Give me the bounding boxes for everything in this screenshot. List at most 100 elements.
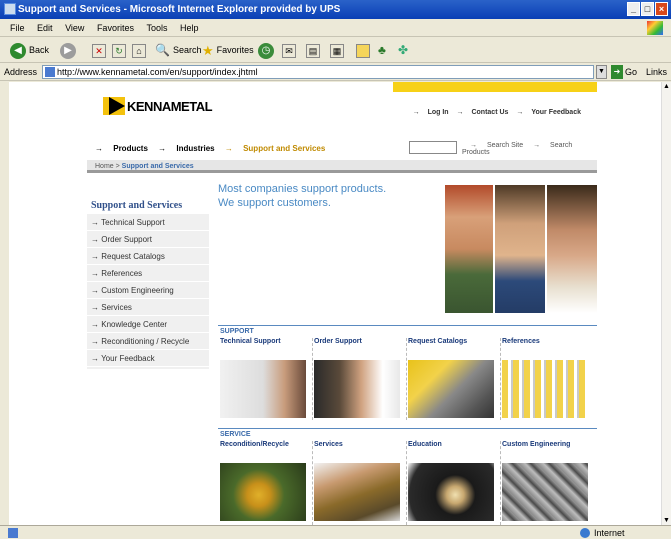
contact-us-link[interactable]: → Contact Us	[457, 109, 509, 116]
menu-file[interactable]: File	[10, 23, 25, 33]
refresh-button[interactable]: ↻	[112, 41, 126, 60]
nav-support-and-services[interactable]: → Support and Services	[225, 144, 325, 153]
sidebar-item-technical-support[interactable]: → Technical Support	[87, 214, 209, 231]
messenger-button[interactable]: ♣	[378, 41, 386, 60]
security-zone-label: Internet	[594, 528, 625, 538]
nav-industries[interactable]: → Industries	[158, 144, 214, 153]
stop-icon: ✕	[92, 43, 106, 58]
tile-recondition-recycle[interactable]: Recondition/Recycle	[218, 439, 311, 525]
print-button[interactable]: ▤	[306, 41, 320, 60]
history-icon: ◷	[258, 42, 274, 59]
messenger-icon: ♣	[378, 43, 386, 57]
hero-worker-photo	[445, 185, 493, 313]
vertical-scrollbar[interactable]: ▲ ▼	[661, 82, 671, 525]
edit-button[interactable]: ▦	[330, 41, 344, 60]
menu-view[interactable]: View	[65, 23, 84, 33]
browser-window: Support and Services - Microsoft Interne…	[0, 0, 671, 539]
edit-icon: ▦	[330, 43, 344, 58]
address-url: http://www.kennametal.com/en/support/ind…	[57, 67, 258, 77]
custom-engineering-photo	[502, 463, 588, 521]
request-catalogs-photo	[408, 360, 494, 418]
menu-help[interactable]: Help	[180, 23, 199, 33]
tile-label: Recondition/Recycle	[220, 441, 289, 448]
tagline: Most companies support products. We supp…	[218, 182, 386, 210]
order-support-photo	[314, 360, 400, 418]
tile-order-support[interactable]: Order Support	[312, 336, 405, 440]
your-feedback-link[interactable]: → Your Feedback	[516, 109, 581, 116]
go-arrow-icon[interactable]: ➜	[611, 65, 623, 79]
tile-label: Custom Engineering	[502, 441, 571, 448]
windows-logo-icon	[647, 21, 663, 35]
internet-zone-icon	[580, 528, 590, 538]
sidebar: Support and Services → Technical Support…	[87, 182, 209, 369]
logo-text: KENNAMETAL	[127, 98, 213, 114]
links-button[interactable]: Links	[646, 63, 667, 81]
sidebar-item-your-feedback[interactable]: → Your Feedback	[87, 350, 209, 367]
research-button[interactable]: ✤	[398, 41, 408, 60]
tile-label: Request Catalogs	[408, 338, 468, 345]
tile-references[interactable]: References	[500, 336, 593, 440]
stop-button[interactable]: ✕	[92, 41, 106, 60]
tagline-line-2: We support customers.	[218, 197, 331, 209]
scroll-down-icon[interactable]: ▼	[663, 517, 670, 524]
sidebar-item-services[interactable]: → Services	[87, 299, 209, 316]
tile-label: Services	[314, 441, 343, 448]
login-link[interactable]: → Log In	[413, 109, 449, 116]
tile-services[interactable]: Services	[312, 439, 405, 525]
tile-request-catalogs[interactable]: Request Catalogs	[406, 336, 499, 440]
menu-favorites[interactable]: Favorites	[97, 23, 134, 33]
search-site-link[interactable]: → Search Site	[470, 142, 523, 149]
sidebar-item-request-catalogs[interactable]: → Request Catalogs	[87, 248, 209, 265]
folder-button[interactable]	[356, 41, 370, 60]
sidebar-item-custom-engineering[interactable]: → Custom Engineering	[87, 282, 209, 299]
home-icon: ⌂	[132, 43, 146, 58]
search-links: → Search Site → Search Products	[462, 142, 597, 156]
research-icon: ✤	[398, 43, 409, 57]
home-button[interactable]: ⌂	[132, 41, 146, 60]
address-bar: Address http://www.kennametal.com/en/sup…	[0, 63, 671, 81]
menu-edit[interactable]: Edit	[37, 23, 53, 33]
address-input[interactable]: http://www.kennametal.com/en/support/ind…	[42, 65, 594, 79]
maximize-button[interactable]: □	[641, 2, 654, 16]
tile-label: References	[502, 338, 540, 345]
references-photo	[502, 360, 588, 418]
sidebar-title: Support and Services	[87, 182, 209, 214]
history-button[interactable]: ◷	[258, 41, 274, 60]
mail-button[interactable]: ✉	[282, 41, 296, 60]
sidebar-item-references[interactable]: → References	[87, 265, 209, 282]
tile-custom-engineering[interactable]: Custom Engineering	[500, 439, 593, 525]
star-icon: ★	[202, 43, 214, 58]
address-label: Address	[4, 67, 38, 77]
title-bar: Support and Services - Microsoft Interne…	[0, 0, 671, 19]
support-heading: SUPPORT	[218, 325, 597, 336]
search-input[interactable]	[409, 141, 457, 154]
minimize-button[interactable]: _	[627, 2, 640, 16]
kennametal-k-icon	[103, 97, 125, 115]
go-button[interactable]: Go	[625, 63, 637, 81]
sidebar-item-order-support[interactable]: → Order Support	[87, 231, 209, 248]
refresh-icon: ↻	[112, 43, 126, 58]
forward-arrow-icon: ▶	[60, 42, 76, 59]
tile-education[interactable]: Education	[406, 439, 499, 525]
close-button[interactable]: ×	[655, 2, 668, 16]
service-heading: SERVICE	[218, 428, 597, 439]
nav-products[interactable]: → Products	[95, 144, 148, 153]
sidebar-item-reconditioning-recycle[interactable]: → Reconditioning / Recycle	[87, 333, 209, 350]
tile-technical-support[interactable]: Technical Support	[218, 336, 311, 440]
breadcrumb-home[interactable]: Home	[95, 163, 114, 170]
scroll-up-icon[interactable]: ▲	[663, 83, 670, 90]
menu-tools[interactable]: Tools	[146, 23, 167, 33]
menu-bar: File Edit View Favorites Tools Help	[0, 19, 671, 37]
back-button[interactable]: ◀ Back	[10, 41, 49, 60]
brand-stripe	[87, 82, 597, 92]
breadcrumb-current: Support and Services	[121, 163, 194, 170]
sidebar-item-knowledge-center[interactable]: → Knowledge Center	[87, 316, 209, 333]
technical-support-photo	[220, 360, 306, 418]
kennametal-logo[interactable]: KENNAMETAL	[103, 97, 213, 115]
back-arrow-icon: ◀	[10, 42, 26, 59]
address-dropdown-icon[interactable]: ▼	[596, 65, 607, 79]
search-button[interactable]: 🔍 Search	[155, 41, 201, 60]
forward-button[interactable]: ▶	[60, 41, 76, 60]
favorites-button[interactable]: ★ Favorites	[202, 41, 254, 60]
tagline-line-1: Most companies support products.	[218, 183, 387, 195]
